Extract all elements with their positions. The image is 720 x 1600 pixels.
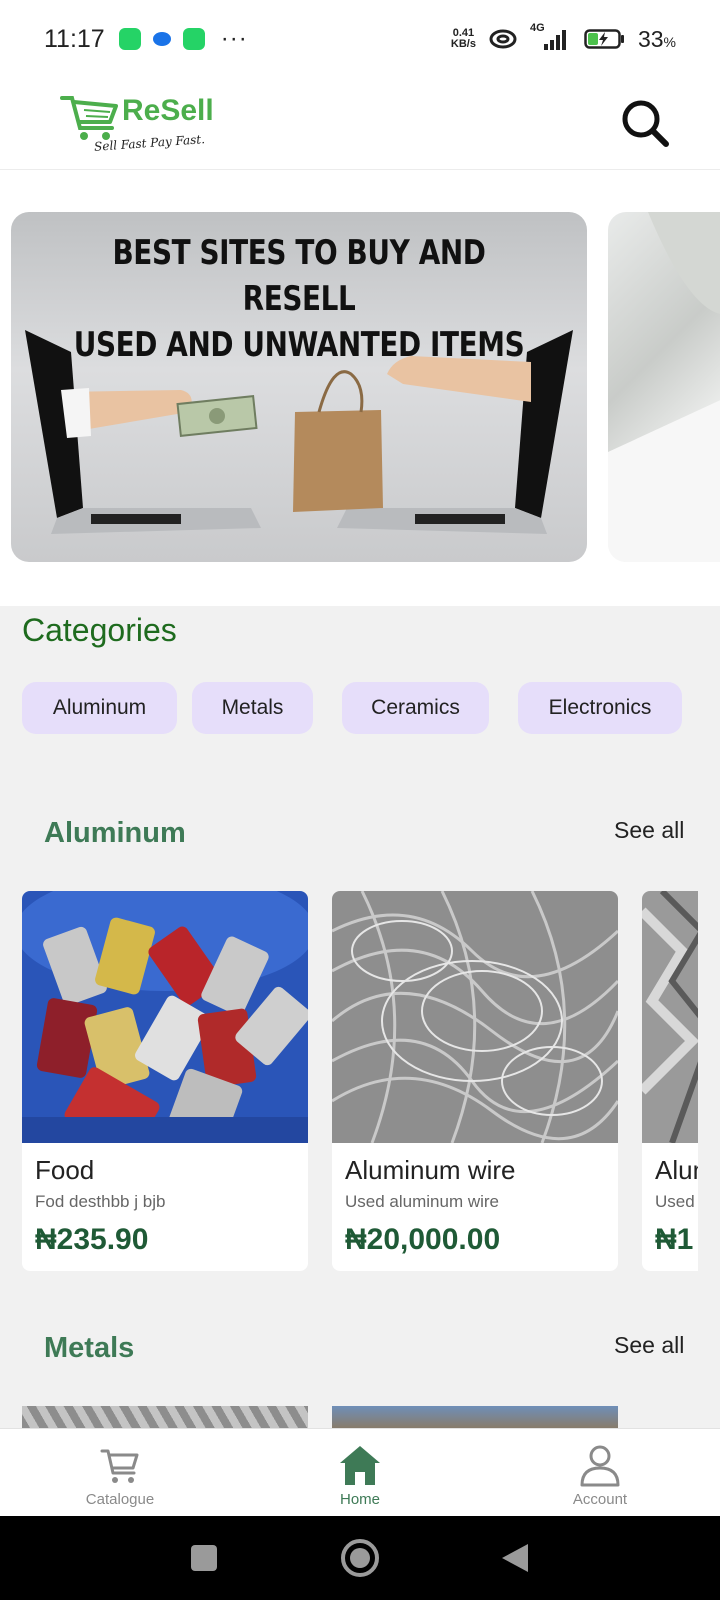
product-card[interactable]: Aluminum wire Used aluminum wire ₦20,000… (332, 891, 618, 1271)
product-description: Used a (655, 1192, 698, 1211)
product-description: Fod desthbb j bjb (35, 1192, 166, 1211)
net-speed: 0.41 KB/s (451, 28, 476, 50)
banner-title-line1: BEST SITES TO BUY AND RESELL (112, 233, 486, 319)
battery-percent-unit: % (663, 33, 676, 50)
status-bar: 11:17 ··· 0.41 KB/s 4G 33% (0, 0, 720, 78)
product-card[interactable]: Food Fod desthbb j bjb ₦235.90 (22, 891, 308, 1271)
cart-icon (100, 1449, 139, 1483)
product-price: ₦20,000.00 (345, 1223, 501, 1256)
category-chip-aluminum[interactable]: Aluminum (22, 682, 177, 734)
category-chip-metals[interactable]: Metals (192, 682, 313, 734)
product-image-wire (332, 891, 618, 1143)
product-image-scrap (642, 891, 698, 1143)
more-notifications-icon: ··· (220, 25, 248, 52)
product-image-cans (22, 891, 308, 1143)
battery-percent-value: 33 (637, 25, 664, 52)
battery-icon (584, 29, 624, 49)
section-title-aluminum: Aluminum (44, 817, 186, 849)
screen: 11:17 ··· 0.41 KB/s 4G 33% ReSell Sell F… (0, 0, 720, 1600)
status-right: 0.41 KB/s 4G 33% (451, 22, 676, 53)
nav-label-account: Account (572, 1491, 628, 1508)
nav-account[interactable]: Account (520, 1429, 680, 1517)
section-title-metals: Metals (44, 1332, 135, 1364)
product-price: ₦1 (655, 1223, 694, 1256)
product-card[interactable]: Alum Used a ₦1 (642, 891, 698, 1271)
home-button-icon[interactable] (340, 1538, 380, 1578)
whatsapp-icon (118, 28, 141, 50)
app-header: ReSell Sell Fast Pay Fast. (0, 78, 720, 170)
metals-product-image[interactable] (22, 1406, 308, 1430)
banner-illustration (25, 330, 573, 534)
product-name: Alum (655, 1155, 698, 1185)
nav-label-home: Home (339, 1491, 380, 1508)
signal-icon: 4G (530, 22, 572, 52)
logo[interactable]: ReSell Sell Fast Pay Fast. (60, 92, 220, 154)
logo-text: ReSell (122, 94, 214, 127)
status-time: 11:17 (44, 24, 105, 53)
nav-label-catalogue: Catalogue (85, 1491, 155, 1508)
category-chip-electronics[interactable]: Electronics (518, 682, 682, 734)
back-button-icon[interactable] (500, 1542, 530, 1574)
hotspot-link-icon (489, 29, 517, 49)
bottom-nav: Catalogue Home Account (0, 1428, 720, 1516)
banner-slide[interactable]: BEST SITES TO BUY AND RESELL USED AND UN… (11, 212, 587, 562)
nav-home[interactable]: Home (280, 1429, 440, 1517)
metals-product-image[interactable] (332, 1406, 618, 1430)
user-icon (580, 1445, 620, 1487)
banner-slide-next[interactable] (608, 212, 720, 562)
system-nav-bar (0, 1516, 720, 1600)
see-all-aluminum-link[interactable]: See all (614, 817, 684, 844)
banner-carousel[interactable]: BEST SITES TO BUY AND RESELL USED AND UN… (0, 170, 720, 606)
net-speed-unit: KB/s (450, 38, 476, 50)
whatsapp-business-icon (182, 28, 205, 50)
product-name: Food (35, 1155, 95, 1185)
battery-percent: 33% (638, 26, 676, 53)
product-price: ₦235.90 (35, 1223, 149, 1256)
banner-next-image (608, 212, 720, 562)
see-all-metals-link[interactable]: See all (614, 1332, 684, 1359)
product-name: Aluminum wire (345, 1155, 516, 1185)
product-description: Used aluminum wire (345, 1192, 499, 1211)
messages-icon (152, 32, 171, 46)
aluminum-product-list[interactable]: Food Fod desthbb j bjb ₦235.90 Aluminum … (0, 870, 698, 1290)
categories-title: Categories (22, 612, 177, 648)
search-icon[interactable] (618, 96, 672, 150)
recents-button-icon[interactable] (190, 1544, 218, 1572)
category-chip-ceramics[interactable]: Ceramics (342, 682, 489, 734)
home-icon (340, 1446, 380, 1485)
nav-catalogue[interactable]: Catalogue (40, 1429, 200, 1517)
